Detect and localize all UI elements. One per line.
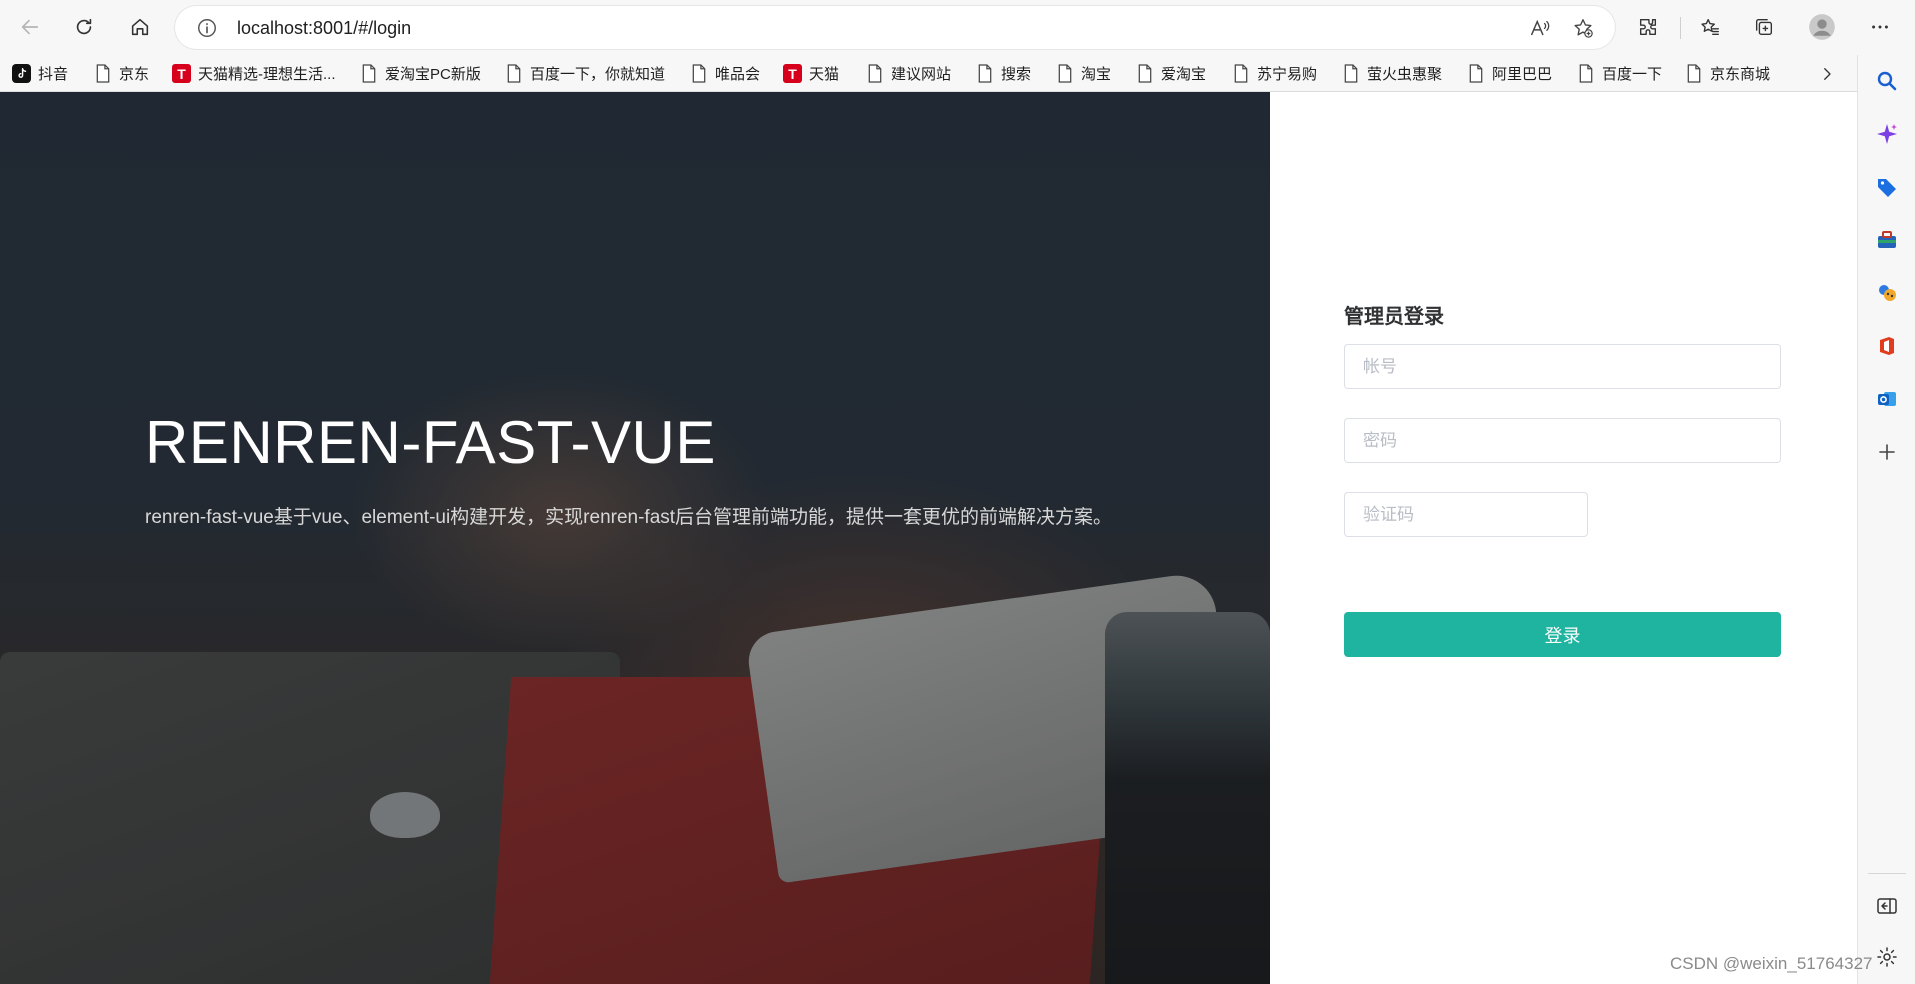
home-icon[interactable] — [122, 9, 158, 45]
outlook-icon[interactable] — [1871, 383, 1903, 415]
login-button[interactable]: 登录 — [1344, 612, 1781, 657]
username-input[interactable] — [1344, 344, 1781, 389]
bookmark-tmall[interactable]: T 天猫 — [783, 55, 839, 92]
office-icon[interactable] — [1871, 330, 1903, 362]
extensions-icon[interactable] — [1630, 9, 1666, 45]
csdn-watermark: CSDN @weixin_51764327 — [1670, 954, 1873, 973]
hero-overlay — [0, 92, 1270, 984]
browser-toolbar: localhost:8001/#/login — [0, 0, 1915, 55]
bookmark-aitaobao[interactable]: 爱淘宝 — [1136, 55, 1206, 92]
page-icon — [505, 64, 523, 84]
bookmark-label: 抖音 — [38, 66, 69, 83]
chevron-right-icon[interactable] — [1812, 59, 1842, 89]
bookmark-douyin[interactable]: 抖音 — [12, 55, 68, 92]
bookmark-label: 天猫 — [809, 66, 840, 83]
bookmark-baidu[interactable]: 百度一下 — [1577, 55, 1662, 92]
settings-icon[interactable] — [1871, 941, 1903, 973]
page-icon — [360, 64, 378, 84]
toolbar-divider — [1680, 17, 1681, 39]
douyin-icon — [12, 64, 31, 83]
page-icon — [1685, 64, 1703, 84]
login-panel: 管理员登录 登录 — [1270, 92, 1857, 984]
copilot-icon[interactable] — [1871, 118, 1903, 150]
bookmark-label: 爱淘宝PC新版 — [385, 66, 481, 83]
hero-title: RENREN-FAST-VUE — [145, 409, 716, 476]
bookmark-label: 搜索 — [1001, 66, 1032, 83]
collections-icon[interactable] — [1746, 9, 1782, 45]
address-bar[interactable]: localhost:8001/#/login — [175, 6, 1615, 49]
bookmark-suning[interactable]: 苏宁易购 — [1232, 55, 1317, 92]
bookmark-baidu-full[interactable]: 百度一下，你就知道 — [505, 55, 665, 92]
bookmark-search[interactable]: 搜索 — [976, 55, 1031, 92]
favorite-add-icon[interactable] — [1570, 15, 1596, 41]
hero-description: renren-fast-vue基于vue、element-ui构建开发，实现re… — [145, 507, 1113, 528]
captcha-input[interactable] — [1344, 492, 1588, 537]
password-input[interactable] — [1344, 418, 1781, 463]
bookmark-label: 阿里巴巴 — [1492, 66, 1553, 83]
games-icon[interactable] — [1871, 277, 1903, 309]
more-menu-icon[interactable] — [1862, 9, 1898, 45]
read-aloud-icon[interactable] — [1527, 15, 1553, 41]
search-icon[interactable] — [1871, 65, 1903, 97]
bookmark-firefly[interactable]: 萤火虫惠聚 — [1342, 55, 1442, 92]
bookmark-alibaba[interactable]: 阿里巴巴 — [1467, 55, 1552, 92]
add-icon[interactable] — [1871, 436, 1903, 468]
page-icon — [866, 64, 884, 84]
hero-background: RENREN-FAST-VUE renren-fast-vue基于vue、ele… — [0, 92, 1270, 984]
page-icon — [976, 64, 994, 84]
bookmark-label: 京东 — [119, 66, 150, 83]
bookmark-tmall-select[interactable]: T 天猫精选-理想生活... — [172, 55, 336, 92]
page-icon — [1342, 64, 1360, 84]
hide-sidebar-icon[interactable] — [1871, 890, 1903, 922]
bookmark-label: 天猫精选-理想生活... — [198, 66, 336, 83]
page-icon — [1136, 64, 1154, 84]
browser-sidebar — [1857, 55, 1915, 984]
bookmark-jd[interactable]: 京东 — [94, 55, 149, 92]
profile-avatar-icon[interactable] — [1804, 9, 1840, 45]
page-viewport: RENREN-FAST-VUE renren-fast-vue基于vue、ele… — [0, 92, 1857, 984]
page-icon — [1467, 64, 1485, 84]
bookmark-label: 百度一下 — [1602, 66, 1663, 83]
bookmark-label: 苏宁易购 — [1257, 66, 1318, 83]
sidebar-divider — [1868, 873, 1906, 874]
bookmark-suggested-sites[interactable]: 建议网站 — [866, 55, 951, 92]
info-icon[interactable] — [195, 16, 219, 40]
page-icon — [690, 64, 708, 84]
address-url[interactable]: localhost:8001/#/login — [237, 18, 411, 39]
tmall-icon: T — [783, 64, 802, 83]
bookmark-label: 爱淘宝 — [1161, 66, 1207, 83]
back-arrow-icon[interactable] — [12, 9, 48, 45]
tmall-icon: T — [172, 64, 191, 83]
page-icon — [94, 64, 112, 84]
bookmark-label: 萤火虫惠聚 — [1367, 66, 1443, 83]
favorites-icon[interactable] — [1692, 9, 1728, 45]
bookmark-vip[interactable]: 唯品会 — [690, 55, 760, 92]
page-icon — [1577, 64, 1595, 84]
login-title: 管理员登录 — [1344, 306, 1444, 328]
tools-icon[interactable] — [1871, 224, 1903, 256]
refresh-icon[interactable] — [66, 9, 102, 45]
bookmark-taobao[interactable]: 淘宝 — [1056, 55, 1111, 92]
bookmark-label: 淘宝 — [1081, 66, 1112, 83]
bookmark-label: 唯品会 — [715, 66, 761, 83]
bookmark-jd-mall[interactable]: 京东商城 — [1685, 55, 1770, 92]
bookmark-aitaobao-pc[interactable]: 爱淘宝PC新版 — [360, 55, 481, 92]
bookmarks-bar: 抖音 京东 T 天猫精选-理想生活... 爱淘宝PC新版 百度一下，你就知道 唯… — [0, 55, 1915, 92]
bookmark-label: 建议网站 — [891, 66, 952, 83]
bookmark-label: 京东商城 — [1710, 66, 1771, 83]
page-icon — [1056, 64, 1074, 84]
shopping-tag-icon[interactable] — [1871, 171, 1903, 203]
bookmark-label: 百度一下，你就知道 — [530, 66, 666, 83]
page-icon — [1232, 64, 1250, 84]
